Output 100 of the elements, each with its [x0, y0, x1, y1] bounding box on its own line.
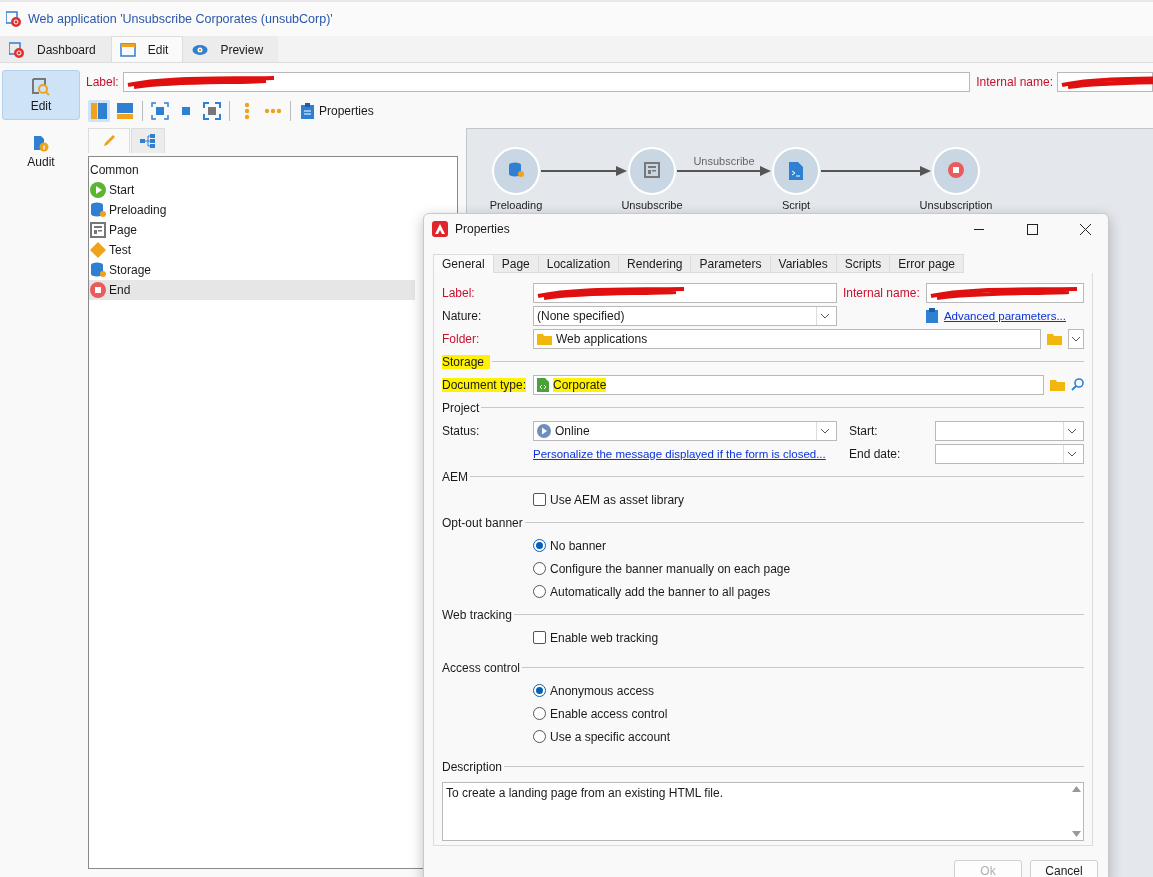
- dialog-tab[interactable]: Parameters: [690, 254, 771, 273]
- sidebar-item[interactable]: Audit: [2, 126, 80, 176]
- view-tab[interactable]: Preview: [183, 36, 279, 62]
- stop-icon: [948, 162, 964, 178]
- radio-button[interactable]: [533, 562, 546, 575]
- app-logo-icon: [6, 11, 22, 27]
- section-title: AEM: [442, 469, 468, 484]
- dialog-tab[interactable]: Variables: [769, 254, 837, 273]
- radio-button[interactable]: [533, 707, 546, 720]
- scroll-up-arrow-icon[interactable]: [1071, 786, 1081, 792]
- checkbox[interactable]: [533, 493, 546, 506]
- close-icon: [1079, 223, 1091, 235]
- folder-icon: [1050, 378, 1065, 391]
- end-date-caption: End date:: [849, 446, 902, 461]
- dialog-tab[interactable]: Rendering: [618, 254, 692, 273]
- activity-item[interactable]: Storage: [89, 260, 415, 280]
- database-icon: [90, 262, 106, 278]
- dialog-tab[interactable]: Page: [492, 254, 539, 273]
- database-icon: [509, 162, 524, 177]
- dialog-tab[interactable]: Localization: [537, 254, 620, 273]
- folder-caption: Folder:: [442, 331, 480, 346]
- dialog-tab[interactable]: Error page: [889, 254, 965, 273]
- description-field[interactable]: To create a landing page from an existing HTML file.: [442, 782, 1084, 841]
- activity-node[interactable]: [492, 147, 540, 195]
- dialog-button[interactable]: Cancel: [1030, 860, 1098, 877]
- start-caption: Start:: [849, 423, 879, 438]
- window-icon: [119, 42, 136, 57]
- zoom-frame-button[interactable]: [201, 100, 223, 122]
- dropdown-caret-icon[interactable]: [820, 427, 830, 434]
- app-logo-icon: [432, 221, 448, 237]
- start-date-dropdown[interactable]: [935, 420, 1084, 441]
- closed-form-message-link[interactable]: Personalize the message displayed if the form is closed...: [533, 447, 826, 460]
- option-label: Anonymous access: [550, 683, 655, 698]
- tree-icon: [140, 134, 156, 148]
- radio-button[interactable]: [533, 585, 546, 598]
- document-type-caption: Document type:: [442, 377, 527, 392]
- internal-name-caption: Internal name:: [976, 75, 1053, 89]
- nature-dropdown[interactable]: (None specified): [533, 305, 837, 326]
- page-layout-icon: [645, 163, 659, 177]
- status-dropdown[interactable]: Online: [533, 420, 837, 441]
- radio-button[interactable]: [533, 684, 546, 697]
- radio-button[interactable]: [533, 730, 546, 743]
- radio-button[interactable]: [533, 539, 546, 552]
- dropdown-caret-icon[interactable]: [1071, 335, 1081, 342]
- search-icon[interactable]: [1071, 378, 1084, 391]
- document-type-value: Corporate: [553, 377, 607, 392]
- section-title: Web tracking: [442, 607, 512, 622]
- magnifier-document-icon: [32, 77, 50, 96]
- dialog-tab[interactable]: General: [433, 254, 494, 273]
- app-logo-icon: [9, 41, 25, 58]
- activity-item[interactable]: Page: [89, 220, 415, 240]
- checkbox[interactable]: [533, 631, 546, 644]
- horizontal-layout-button[interactable]: [114, 100, 136, 122]
- view-tab[interactable]: Edit: [110, 36, 184, 62]
- palette-tab[interactable]: [131, 128, 165, 153]
- activity-node[interactable]: [772, 147, 820, 195]
- activity-node[interactable]: [628, 147, 676, 195]
- section-title: Access control: [442, 660, 521, 675]
- dropdown-caret-icon[interactable]: [1067, 427, 1077, 434]
- option-label: Enable web tracking: [550, 630, 659, 645]
- option-label: Enable access control: [550, 706, 668, 721]
- label-caption: Label:: [442, 285, 475, 300]
- activity-item[interactable]: End: [89, 280, 415, 300]
- label-field[interactable]: [533, 282, 837, 303]
- sidebar-item[interactable]: Edit: [2, 70, 80, 120]
- dropdown-caret-icon[interactable]: [820, 312, 830, 319]
- activity-item[interactable]: Test: [89, 240, 415, 260]
- page-layout-icon: [90, 222, 106, 238]
- transition-label: Unsubscribe: [693, 155, 755, 167]
- group-heading: Common: [89, 162, 140, 179]
- folder-dropdown[interactable]: [1068, 328, 1084, 349]
- script-file-icon: [789, 162, 803, 180]
- properties-button[interactable]: Properties: [297, 103, 378, 119]
- option-label: Automatically add the banner to all pages: [550, 584, 771, 599]
- option-label: No banner: [550, 538, 607, 553]
- label-field[interactable]: [122, 72, 971, 92]
- scroll-down-arrow-icon[interactable]: [1071, 831, 1081, 837]
- fit-button[interactable]: [149, 100, 171, 122]
- advanced-parameters-link[interactable]: Advanced parameters...: [943, 309, 1066, 322]
- vertical-split-icon: [90, 102, 108, 120]
- vertical-layout-button[interactable]: [88, 100, 110, 122]
- node-label: Preloading: [489, 199, 543, 211]
- folder-field[interactable]: Web applications: [533, 328, 1041, 349]
- clipboard-icon: [925, 308, 938, 323]
- activity-item[interactable]: Preloading: [89, 200, 415, 220]
- dropdown-caret-icon[interactable]: [1067, 450, 1077, 457]
- document-type-field[interactable]: Corporate: [533, 374, 1044, 395]
- dialog-tab[interactable]: Scripts: [835, 254, 891, 273]
- view-tab[interactable]: Dashboard: [0, 36, 111, 62]
- node-label: Unsubscription: [919, 199, 993, 211]
- pencil-icon: [102, 134, 116, 148]
- label-caption: Label:: [86, 75, 119, 89]
- activity-node[interactable]: [932, 147, 980, 195]
- scrollbar[interactable]: [1069, 783, 1083, 840]
- node-label: Script: [781, 199, 811, 211]
- node-label: Unsubscribe: [621, 199, 683, 211]
- document-info-icon: [32, 133, 50, 152]
- play-icon: [537, 423, 551, 438]
- internal-name-field[interactable]: [925, 282, 1084, 303]
- activity-item[interactable]: Start: [89, 180, 415, 200]
